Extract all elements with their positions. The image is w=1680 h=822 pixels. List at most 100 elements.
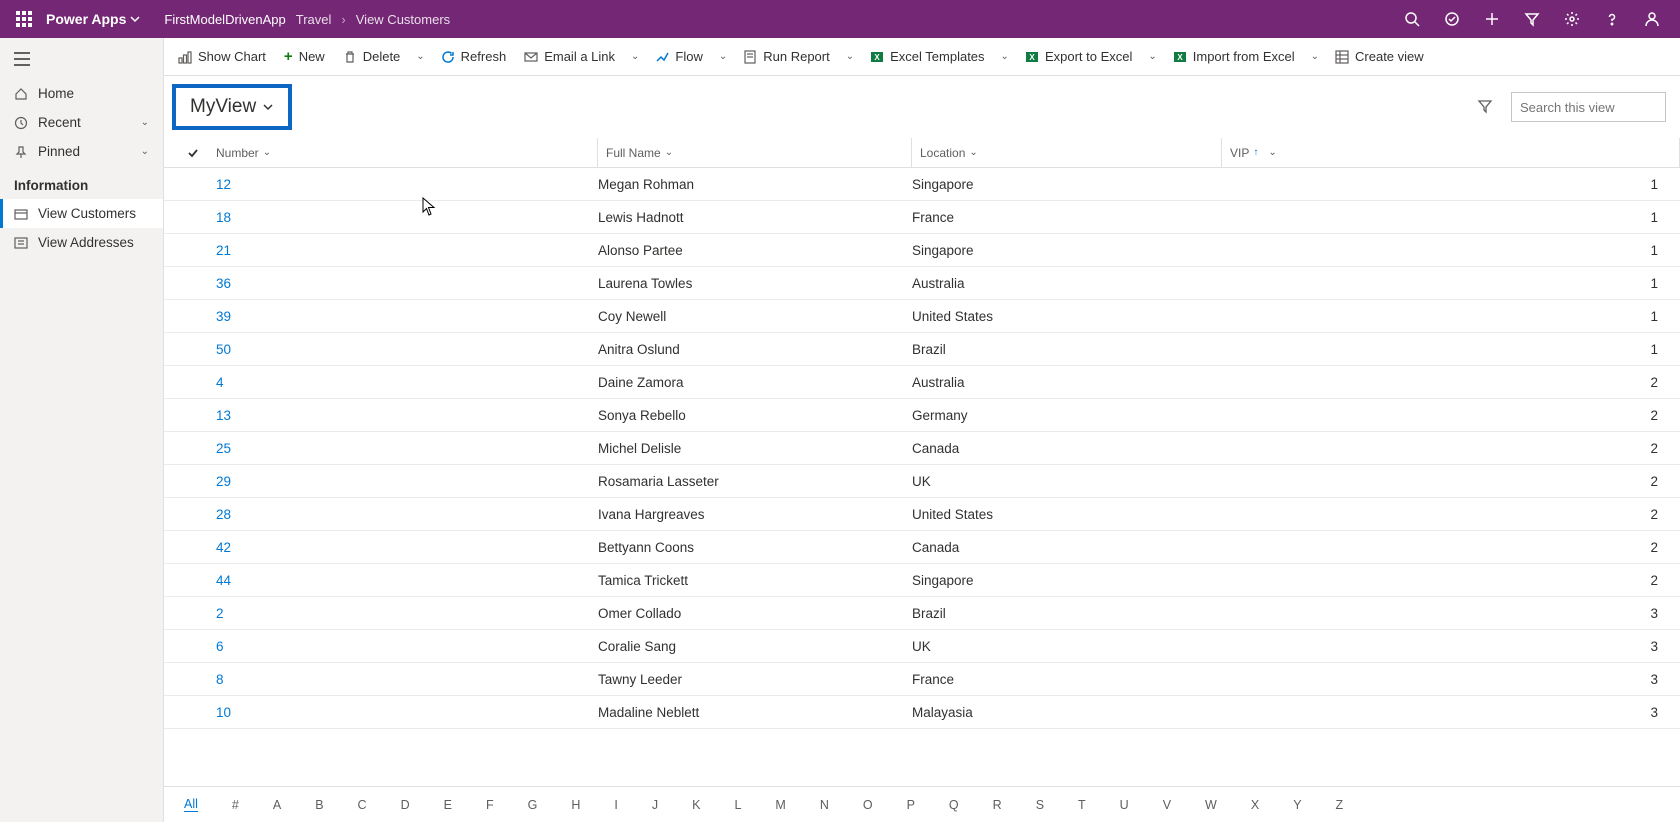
select-all-checkbox[interactable]: [178, 147, 208, 159]
run-report-dropdown[interactable]: ⌄: [840, 45, 860, 68]
table-row[interactable]: 44Tamica TrickettSingapore2: [164, 564, 1680, 597]
nav-recent[interactable]: Recent ⌄: [0, 108, 163, 137]
cell-number[interactable]: 8: [208, 672, 598, 687]
alpha-filter-#[interactable]: #: [232, 798, 239, 812]
alpha-filter-h[interactable]: H: [571, 798, 580, 812]
task-icon[interactable]: [1432, 0, 1472, 38]
cell-number[interactable]: 4: [208, 375, 598, 390]
app-name[interactable]: FirstModelDrivenApp: [164, 12, 285, 27]
hamburger-icon[interactable]: [0, 42, 163, 79]
table-row[interactable]: 28Ivana HargreavesUnited States2: [164, 498, 1680, 531]
table-row[interactable]: 10Madaline NeblettMalayasia3: [164, 696, 1680, 729]
cell-number[interactable]: 42: [208, 540, 598, 555]
import-excel-button[interactable]: X Import from Excel: [1165, 43, 1303, 70]
cell-number[interactable]: 25: [208, 441, 598, 456]
alpha-filter-k[interactable]: K: [692, 798, 700, 812]
filter-icon[interactable]: [1512, 0, 1552, 38]
table-row[interactable]: 2Omer ColladoBrazil3: [164, 597, 1680, 630]
account-icon[interactable]: [1632, 0, 1672, 38]
column-full-name[interactable]: Full Name ⌄: [598, 138, 912, 167]
alpha-filter-n[interactable]: N: [820, 798, 829, 812]
flow-button[interactable]: Flow: [647, 43, 710, 70]
cell-number[interactable]: 36: [208, 276, 598, 291]
table-row[interactable]: 50Anitra OslundBrazil1: [164, 333, 1680, 366]
export-excel-dropdown[interactable]: ⌄: [1142, 45, 1162, 68]
alpha-filter-w[interactable]: W: [1205, 798, 1217, 812]
cell-number[interactable]: 12: [208, 177, 598, 192]
chevron-down-icon[interactable]: ⌄: [141, 117, 149, 128]
alpha-filter-z[interactable]: Z: [1336, 798, 1344, 812]
view-selector[interactable]: MyView: [172, 84, 292, 130]
run-report-button[interactable]: Run Report: [735, 43, 837, 70]
alpha-filter-p[interactable]: P: [907, 798, 915, 812]
alpha-filter-l[interactable]: L: [734, 798, 741, 812]
cell-number[interactable]: 10: [208, 705, 598, 720]
table-row[interactable]: 4Daine ZamoraAustralia2: [164, 366, 1680, 399]
alpha-filter-y[interactable]: Y: [1293, 798, 1301, 812]
alpha-filter-a[interactable]: A: [273, 798, 281, 812]
nav-view-addresses[interactable]: View Addresses: [0, 228, 163, 257]
alpha-filter-s[interactable]: S: [1036, 798, 1044, 812]
filter-icon[interactable]: [1471, 92, 1499, 123]
alpha-filter-o[interactable]: O: [863, 798, 873, 812]
alpha-filter-x[interactable]: X: [1251, 798, 1259, 812]
cell-number[interactable]: 13: [208, 408, 598, 423]
import-excel-dropdown[interactable]: ⌄: [1305, 45, 1325, 68]
table-row[interactable]: 18Lewis HadnottFrance1: [164, 201, 1680, 234]
alpha-filter-i[interactable]: I: [614, 798, 617, 812]
table-row[interactable]: 21Alonso ParteeSingapore1: [164, 234, 1680, 267]
search-icon[interactable]: [1392, 0, 1432, 38]
delete-dropdown[interactable]: ⌄: [410, 45, 430, 68]
alpha-filter-d[interactable]: D: [401, 798, 410, 812]
flow-dropdown[interactable]: ⌄: [713, 45, 733, 68]
table-row[interactable]: 8Tawny LeederFrance3: [164, 663, 1680, 696]
app-launcher-icon[interactable]: [8, 11, 40, 27]
table-row[interactable]: 13Sonya RebelloGermany2: [164, 399, 1680, 432]
alpha-filter-t[interactable]: T: [1078, 798, 1086, 812]
cell-number[interactable]: 18: [208, 210, 598, 225]
nav-home[interactable]: Home: [0, 79, 163, 108]
cell-number[interactable]: 44: [208, 573, 598, 588]
excel-templates-button[interactable]: X Excel Templates: [862, 43, 992, 70]
table-row[interactable]: 12Megan RohmanSingapore1: [164, 168, 1680, 201]
alpha-filter-c[interactable]: C: [358, 798, 367, 812]
email-link-dropdown[interactable]: ⌄: [625, 45, 645, 68]
table-row[interactable]: 36Laurena TowlesAustralia1: [164, 267, 1680, 300]
alpha-filter-v[interactable]: V: [1163, 798, 1171, 812]
cell-number[interactable]: 28: [208, 507, 598, 522]
help-icon[interactable]: [1592, 0, 1632, 38]
alpha-filter-j[interactable]: J: [652, 798, 658, 812]
show-chart-button[interactable]: Show Chart: [170, 43, 274, 70]
export-excel-button[interactable]: X Export to Excel: [1017, 43, 1140, 70]
table-row[interactable]: 25Michel DelisleCanada2: [164, 432, 1680, 465]
refresh-button[interactable]: Refresh: [433, 43, 515, 70]
table-row[interactable]: 39Coy NewellUnited States1: [164, 300, 1680, 333]
search-input[interactable]: [1511, 92, 1666, 122]
chevron-down-icon[interactable]: ⌄: [141, 146, 149, 157]
alpha-filter-q[interactable]: Q: [949, 798, 959, 812]
alpha-filter-g[interactable]: G: [528, 798, 538, 812]
alpha-filter-all[interactable]: All: [184, 797, 198, 812]
cell-number[interactable]: 2: [208, 606, 598, 621]
excel-templates-dropdown[interactable]: ⌄: [995, 45, 1015, 68]
alpha-filter-b[interactable]: B: [315, 798, 323, 812]
alpha-filter-e[interactable]: E: [444, 798, 452, 812]
column-location[interactable]: Location ⌄: [912, 138, 1222, 167]
alpha-filter-f[interactable]: F: [486, 798, 494, 812]
cell-number[interactable]: 6: [208, 639, 598, 654]
table-row[interactable]: 6Coralie SangUK3: [164, 630, 1680, 663]
cell-number[interactable]: 21: [208, 243, 598, 258]
cell-number[interactable]: 39: [208, 309, 598, 324]
create-view-button[interactable]: Create view: [1327, 43, 1432, 70]
column-number[interactable]: Number ⌄: [208, 138, 598, 167]
breadcrumb-entity[interactable]: Travel: [296, 12, 332, 27]
nav-pinned[interactable]: Pinned ⌄: [0, 137, 163, 166]
alpha-filter-r[interactable]: R: [993, 798, 1002, 812]
table-row[interactable]: 42Bettyann CoonsCanada2: [164, 531, 1680, 564]
add-icon[interactable]: [1472, 0, 1512, 38]
column-vip[interactable]: VIP ↑ ⌄: [1222, 138, 1680, 167]
settings-icon[interactable]: [1552, 0, 1592, 38]
table-row[interactable]: 29Rosamaria LasseterUK2: [164, 465, 1680, 498]
nav-view-customers[interactable]: View Customers: [0, 199, 163, 228]
email-link-button[interactable]: Email a Link: [516, 43, 623, 70]
